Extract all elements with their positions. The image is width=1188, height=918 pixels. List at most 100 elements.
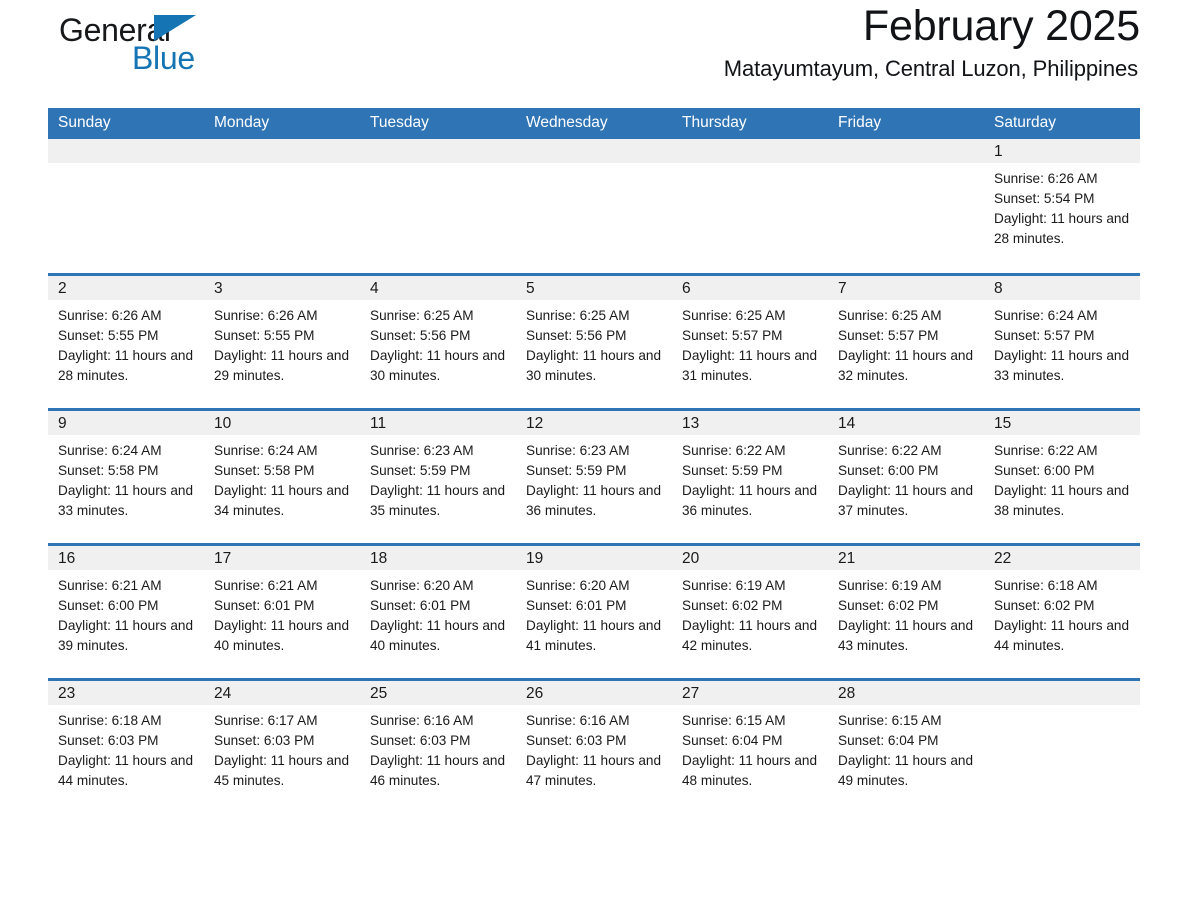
daylight-text: Daylight: 11 hours and 36 minutes.	[682, 482, 818, 518]
day-cell[interactable]: 3 Sunrise: 6:26 AM Sunset: 5:55 PM Daylight…	[204, 272, 360, 409]
day-content: 27 Sunrise: 6:15 AM Sunset: 6:04 PM Dayligh…	[672, 680, 828, 815]
day-cell[interactable]: 11 Sunrise: 6:23 AM Sunset: 5:59 PM Dayligh…	[360, 407, 516, 544]
daylight-text: Daylight: 11 hours and 47 minutes.	[526, 752, 662, 788]
general-blue-logo[interactable]: General Blue	[48, 8, 248, 80]
daylight-text: Daylight: 11 hours and 40 minutes.	[214, 617, 350, 653]
day-cell[interactable]: 9 Sunrise: 6:24 AM Sunset: 5:58 PM Daylight…	[48, 407, 204, 544]
day-cell[interactable]: 10 Sunrise: 6:24 AM Sunset: 5:58 PM Dayligh…	[204, 407, 360, 544]
weekday-header-friday: Friday	[828, 108, 984, 139]
day-content: 24 Sunrise: 6:17 AM Sunset: 6:03 PM Dayligh…	[204, 680, 360, 815]
day-details: Sunrise: 6:18 AM Sunset: 6:03 PM Daylight:…	[48, 705, 204, 791]
day-content: 17 Sunrise: 6:21 AM Sunset: 6:01 PM Dayligh…	[204, 545, 360, 678]
sunrise-text: Sunrise: 6:23 AM	[526, 442, 630, 458]
day-cell[interactable]: 27 Sunrise: 6:15 AM Sunset: 6:04 PM Dayligh…	[672, 677, 828, 815]
day-content: 16 Sunrise: 6:21 AM Sunset: 6:00 PM Dayligh…	[48, 545, 204, 678]
day-content: 13 Sunrise: 6:22 AM Sunset: 5:59 PM Dayligh…	[672, 410, 828, 543]
day-cell[interactable]: 20 Sunrise: 6:19 AM Sunset: 6:02 PM Dayligh…	[672, 542, 828, 679]
sunrise-text: Sunrise: 6:19 AM	[838, 577, 942, 593]
day-cell[interactable]: 24 Sunrise: 6:17 AM Sunset: 6:03 PM Dayligh…	[204, 677, 360, 815]
day-number: 12	[516, 410, 672, 435]
day-details: Sunrise: 6:21 AM Sunset: 6:01 PM Daylight:…	[204, 570, 360, 656]
sunrise-text: Sunrise: 6:26 AM	[994, 171, 1098, 186]
day-content: 14 Sunrise: 6:22 AM Sunset: 6:00 PM Dayligh…	[828, 410, 984, 543]
sunrise-text: Sunrise: 6:15 AM	[682, 712, 786, 728]
day-cell-empty	[516, 139, 672, 274]
day-cell[interactable]: 14 Sunrise: 6:22 AM Sunset: 6:00 PM Dayligh…	[828, 407, 984, 544]
title-block: February 2025 Matayumtayum, Central Luzo…	[724, 0, 1140, 82]
daylight-text: Daylight: 11 hours and 39 minutes.	[58, 617, 194, 653]
day-details: Sunrise: 6:16 AM Sunset: 6:03 PM Daylight:…	[360, 705, 516, 791]
calendar-week-row: 23 Sunrise: 6:18 AM Sunset: 6:03 PM Dayligh…	[48, 677, 1140, 815]
day-cell[interactable]: 15 Sunrise: 6:22 AM Sunset: 6:00 PM Dayligh…	[984, 407, 1140, 544]
day-cell[interactable]: 12 Sunrise: 6:23 AM Sunset: 5:59 PM Dayligh…	[516, 407, 672, 544]
sunset-text: Sunset: 5:58 PM	[214, 462, 315, 478]
day-number: 4	[360, 275, 516, 300]
calendar-week-row: 1 Sunrise: 6:26 AM Sunset: 5:54 PM Daylight…	[48, 139, 1140, 274]
day-cell[interactable]: 17 Sunrise: 6:21 AM Sunset: 6:01 PM Dayligh…	[204, 542, 360, 679]
daylight-text: Daylight: 11 hours and 28 minutes.	[994, 211, 1130, 246]
day-number: 28	[828, 680, 984, 705]
day-cell[interactable]: 5 Sunrise: 6:25 AM Sunset: 5:56 PM Daylight…	[516, 272, 672, 409]
day-number-strip	[828, 139, 984, 163]
sunset-text: Sunset: 5:59 PM	[370, 462, 471, 478]
daylight-text: Daylight: 11 hours and 46 minutes.	[370, 752, 506, 788]
day-cell[interactable]: 2 Sunrise: 6:26 AM Sunset: 5:55 PM Daylight…	[48, 272, 204, 409]
day-cell[interactable]: 19 Sunrise: 6:20 AM Sunset: 6:01 PM Dayligh…	[516, 542, 672, 679]
weekday-header-wednesday: Wednesday	[516, 108, 672, 139]
weekday-header-tuesday: Tuesday	[360, 108, 516, 139]
day-number: 23	[48, 680, 204, 705]
daylight-text: Daylight: 11 hours and 28 minutes.	[58, 347, 194, 383]
day-number: 16	[48, 545, 204, 570]
day-content: 6 Sunrise: 6:25 AM Sunset: 5:57 PM Daylight…	[672, 275, 828, 408]
day-number: 17	[204, 545, 360, 570]
day-cell[interactable]: 4 Sunrise: 6:25 AM Sunset: 5:56 PM Daylight…	[360, 272, 516, 409]
day-cell[interactable]: 16 Sunrise: 6:21 AM Sunset: 6:00 PM Dayligh…	[48, 542, 204, 679]
day-cell[interactable]: 6 Sunrise: 6:25 AM Sunset: 5:57 PM Daylight…	[672, 272, 828, 409]
day-cell[interactable]: 25 Sunrise: 6:16 AM Sunset: 6:03 PM Dayligh…	[360, 677, 516, 814]
sunset-text: Sunset: 6:02 PM	[682, 597, 783, 613]
day-number: 5	[516, 275, 672, 300]
day-number: 9	[48, 410, 204, 435]
sunset-text: Sunset: 6:02 PM	[838, 597, 939, 613]
sunrise-text: Sunrise: 6:20 AM	[370, 577, 474, 593]
daylight-text: Daylight: 11 hours and 29 minutes.	[214, 347, 350, 383]
day-cell[interactable]: 8 Sunrise: 6:24 AM Sunset: 5:57 PM Daylight…	[984, 272, 1140, 409]
calendar-page: General Blue February 2025 Matayumtayum,…	[0, 0, 1188, 918]
daylight-text: Daylight: 11 hours and 44 minutes.	[994, 617, 1130, 653]
day-cell[interactable]: 13 Sunrise: 6:22 AM Sunset: 5:59 PM Dayligh…	[672, 407, 828, 544]
daylight-text: Daylight: 11 hours and 43 minutes.	[838, 617, 974, 653]
day-details: Sunrise: 6:25 AM Sunset: 5:57 PM Daylight:…	[672, 300, 828, 386]
day-number: 20	[672, 545, 828, 570]
sunrise-text: Sunrise: 6:19 AM	[682, 577, 786, 593]
day-cell[interactable]: 28 Sunrise: 6:15 AM Sunset: 6:04 PM Dayligh…	[828, 677, 984, 814]
sunset-text: Sunset: 5:59 PM	[526, 462, 627, 478]
day-cell[interactable]: 23 Sunrise: 6:18 AM Sunset: 6:03 PM Dayligh…	[48, 677, 204, 814]
sunset-text: Sunset: 6:02 PM	[994, 597, 1095, 613]
day-details: Sunrise: 6:22 AM Sunset: 6:00 PM Daylight:…	[828, 435, 984, 521]
day-cell[interactable]: 26 Sunrise: 6:16 AM Sunset: 6:03 PM Dayligh…	[516, 677, 672, 814]
day-cell[interactable]: 18 Sunrise: 6:20 AM Sunset: 6:01 PM Dayligh…	[360, 542, 516, 679]
daylight-text: Daylight: 11 hours and 42 minutes.	[682, 617, 818, 653]
day-number: 21	[828, 545, 984, 570]
day-cell[interactable]: 22 Sunrise: 6:18 AM Sunset: 6:02 PM Dayligh…	[984, 542, 1140, 679]
day-number: 27	[672, 680, 828, 705]
day-number: 2	[48, 275, 204, 300]
day-cell[interactable]: 7 Sunrise: 6:25 AM Sunset: 5:57 PM Daylight…	[828, 272, 984, 409]
day-content: 18 Sunrise: 6:20 AM Sunset: 6:01 PM Dayligh…	[360, 545, 516, 678]
sunset-text: Sunset: 6:00 PM	[58, 597, 159, 613]
day-number: 13	[672, 410, 828, 435]
day-cell-empty	[48, 139, 204, 274]
day-details: Sunrise: 6:25 AM Sunset: 5:56 PM Daylight:…	[516, 300, 672, 386]
weekday-header-thursday: Thursday	[672, 108, 828, 139]
sunrise-text: Sunrise: 6:24 AM	[994, 307, 1098, 323]
day-cell[interactable]: 21 Sunrise: 6:19 AM Sunset: 6:02 PM Dayligh…	[828, 542, 984, 679]
day-content: 12 Sunrise: 6:23 AM Sunset: 5:59 PM Dayligh…	[516, 410, 672, 543]
day-number: 11	[360, 410, 516, 435]
sunset-text: Sunset: 6:04 PM	[682, 732, 783, 748]
sunrise-text: Sunrise: 6:26 AM	[58, 307, 162, 323]
day-content: 8 Sunrise: 6:24 AM Sunset: 5:57 PM Daylight…	[984, 275, 1140, 408]
sunrise-text: Sunrise: 6:25 AM	[838, 307, 942, 323]
day-details: Sunrise: 6:15 AM Sunset: 6:04 PM Daylight:…	[672, 705, 828, 791]
day-cell[interactable]: 1 Sunrise: 6:26 AM Sunset: 5:54 PM Daylight…	[984, 139, 1140, 274]
day-details: Sunrise: 6:24 AM Sunset: 5:58 PM Daylight:…	[204, 435, 360, 521]
